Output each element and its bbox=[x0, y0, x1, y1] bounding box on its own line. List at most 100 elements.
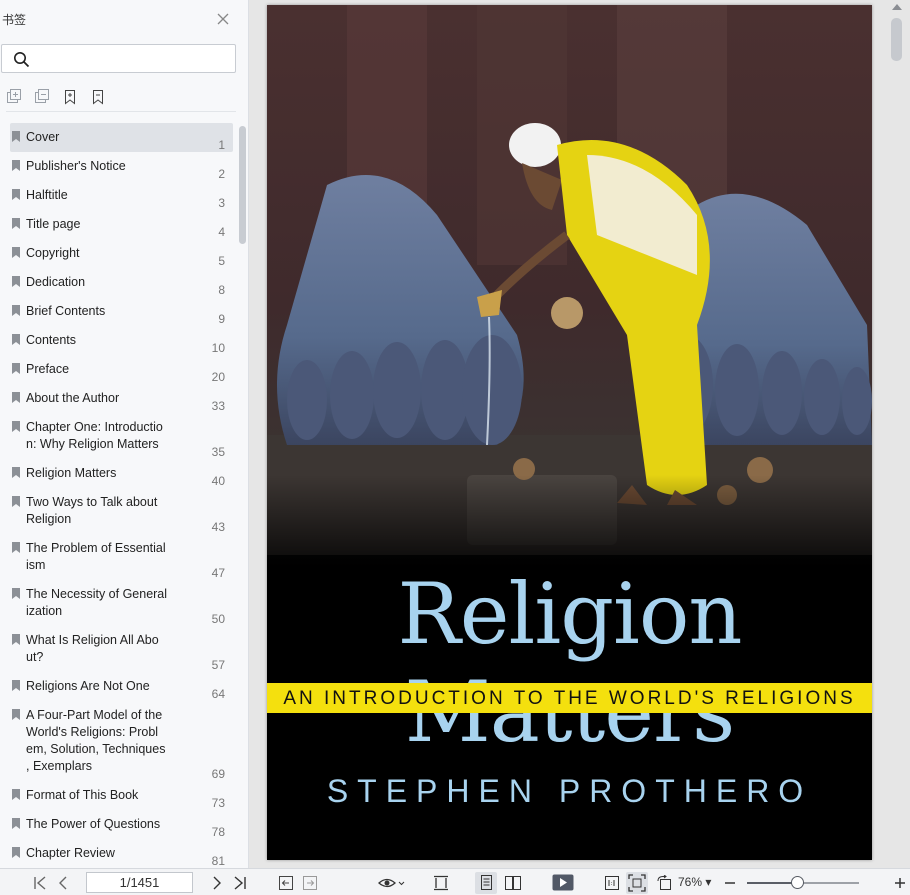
expand-all-icon[interactable] bbox=[6, 89, 22, 105]
bookmark-item[interactable]: What Is Religion All Abo ut? 57 bbox=[10, 626, 233, 672]
bookmark-page-number: 78 bbox=[211, 825, 225, 839]
bookmark-icon bbox=[12, 189, 20, 200]
bookmark-label: Chapter Review bbox=[26, 846, 115, 860]
bookmark-item[interactable]: Two Ways to Talk about Religion 43 bbox=[10, 488, 233, 534]
bookmark-icon bbox=[12, 160, 20, 171]
book-author: STEPHEN PROTHERO bbox=[326, 773, 813, 809]
bookmark-item[interactable]: Format of This Book 73 bbox=[10, 781, 233, 810]
bookmark-item[interactable]: The Power of Questions 78 bbox=[10, 810, 233, 839]
bookmark-page-number: 69 bbox=[211, 767, 225, 781]
bookmark-item[interactable]: A Four-Part Model of the World's Religio… bbox=[10, 701, 233, 781]
bookmark-page-number: 2 bbox=[218, 167, 225, 181]
bookmark-icon bbox=[12, 276, 20, 287]
bookmark-icon[interactable] bbox=[90, 89, 106, 105]
bookmark-page-number: 43 bbox=[211, 520, 225, 534]
actual-size-icon[interactable] bbox=[604, 875, 620, 891]
bookmarks-panel: 书签 Cover 1 Publisher's Notice 2 Halftitl… bbox=[0, 0, 249, 868]
bookmark-label: About the Author bbox=[26, 391, 120, 405]
bookmark-toolbar bbox=[6, 89, 106, 105]
single-page-icon bbox=[481, 875, 492, 890]
bookmark-item[interactable]: Brief Contents 9 bbox=[10, 297, 233, 326]
bookmark-label: Copyright bbox=[26, 246, 80, 260]
fit-page-button[interactable] bbox=[626, 872, 648, 894]
zoom-slider-fill bbox=[747, 882, 798, 884]
bookmark-item[interactable]: Religions Are Not One 64 bbox=[10, 672, 233, 701]
bookmark-item[interactable]: Preface 20 bbox=[10, 355, 233, 384]
bookmark-icon bbox=[12, 496, 20, 507]
bookmark-page-number: 73 bbox=[211, 796, 225, 810]
close-icon[interactable] bbox=[216, 12, 230, 26]
bookmark-icon bbox=[12, 392, 20, 403]
page-scrollbar[interactable] bbox=[891, 18, 902, 61]
forward-icon[interactable] bbox=[302, 875, 318, 891]
bookmark-item[interactable]: The Problem of Essential ism 47 bbox=[10, 534, 233, 580]
bookmark-icon bbox=[12, 847, 20, 858]
bookmark-icon bbox=[12, 305, 20, 316]
last-page-icon[interactable] bbox=[233, 875, 247, 891]
bookmark-icon bbox=[12, 421, 20, 432]
bookmark-icon bbox=[12, 588, 20, 599]
bookmark-item[interactable]: Copyright 5 bbox=[10, 239, 233, 268]
bookmark-label: The Problem of Essential ism bbox=[26, 541, 166, 572]
bookmark-item[interactable]: Cover 1 bbox=[10, 123, 233, 152]
bookmark-item[interactable]: Contents 10 bbox=[10, 326, 233, 355]
scroll-up-icon[interactable] bbox=[892, 4, 902, 10]
first-page-icon[interactable] bbox=[33, 875, 47, 891]
bookmark-list: Cover 1 Publisher's Notice 2 Halftitle 3 Title… bbox=[0, 122, 238, 868]
bookmark-icon bbox=[12, 542, 20, 553]
two-page-icon[interactable] bbox=[504, 875, 522, 891]
add-bookmark-icon[interactable] bbox=[62, 89, 78, 105]
eye-protection-icon[interactable] bbox=[378, 875, 406, 891]
bookmark-page-number: 33 bbox=[211, 399, 225, 413]
bookmark-label: Chapter One: Introductio n: Why Religion… bbox=[26, 420, 163, 451]
sidebar-scrollbar[interactable] bbox=[239, 126, 246, 244]
bookmark-page-number: 10 bbox=[211, 341, 225, 355]
bookmark-page-number: 81 bbox=[211, 854, 225, 868]
bookmark-label: What Is Religion All Abo ut? bbox=[26, 633, 159, 664]
book-cover-page: Religion Matters AN INTRODUCTION TO THE … bbox=[267, 5, 872, 860]
back-icon[interactable] bbox=[278, 875, 294, 891]
bookmark-label: Dedication bbox=[26, 275, 86, 289]
bookmark-item[interactable]: Publisher's Notice 2 bbox=[10, 152, 233, 181]
bookmark-label: Publisher's Notice bbox=[26, 159, 126, 173]
subtitle-band: AN INTRODUCTION TO THE WORLD'S RELIGIONS bbox=[267, 683, 872, 713]
fit-width-icon[interactable] bbox=[433, 875, 449, 891]
bookmark-page-number: 3 bbox=[218, 196, 225, 210]
bookmark-label: The Power of Questions bbox=[26, 817, 161, 831]
zoom-slider-knob[interactable] bbox=[791, 876, 805, 889]
bookmark-label: Religion Matters bbox=[26, 466, 117, 480]
bookmark-item[interactable]: About the Author 33 bbox=[10, 384, 233, 413]
fit-page-icon bbox=[628, 874, 646, 892]
bookmark-item[interactable]: Dedication 8 bbox=[10, 268, 233, 297]
bookmark-label: The Necessity of General ization bbox=[26, 587, 168, 618]
next-page-icon[interactable] bbox=[211, 875, 223, 891]
page-number-input[interactable] bbox=[86, 872, 193, 893]
collapse-all-icon[interactable] bbox=[34, 89, 50, 105]
bookmark-icon bbox=[12, 634, 20, 645]
previous-page-icon[interactable] bbox=[57, 875, 69, 891]
rotate-icon[interactable] bbox=[656, 875, 674, 891]
bookmark-item[interactable]: Religion Matters 40 bbox=[10, 459, 233, 488]
bookmark-label: Two Ways to Talk about Religion bbox=[26, 495, 158, 526]
bookmark-search[interactable] bbox=[1, 44, 236, 73]
bookmark-item[interactable]: Chapter Review 81 bbox=[10, 839, 233, 868]
bookmark-icon bbox=[12, 818, 20, 829]
bookmark-label: Religions Are Not One bbox=[26, 679, 150, 693]
bookmark-item[interactable]: Halftitle 3 bbox=[10, 181, 233, 210]
bookmark-icon bbox=[12, 334, 20, 345]
divider bbox=[6, 111, 236, 112]
bookmark-item[interactable]: Title page 4 bbox=[10, 210, 233, 239]
slideshow-icon[interactable] bbox=[552, 874, 574, 891]
bookmark-label: A Four-Part Model of the World's Religio… bbox=[26, 708, 166, 773]
bookmark-page-number: 5 bbox=[218, 254, 225, 268]
zoom-in-icon[interactable] bbox=[894, 875, 906, 891]
zoom-level[interactable]: 76% ▾ bbox=[678, 875, 711, 889]
document-viewer: Religion Matters AN INTRODUCTION TO THE … bbox=[250, 0, 910, 868]
bookmark-label: Cover bbox=[26, 130, 60, 144]
bookmark-item[interactable]: The Necessity of General ization 50 bbox=[10, 580, 233, 626]
search-input[interactable] bbox=[36, 48, 226, 69]
zoom-out-icon[interactable] bbox=[724, 875, 736, 891]
bookmark-item[interactable]: Chapter One: Introductio n: Why Religion… bbox=[10, 413, 233, 459]
bookmark-label: Title page bbox=[26, 217, 81, 231]
single-page-button[interactable] bbox=[475, 872, 497, 894]
